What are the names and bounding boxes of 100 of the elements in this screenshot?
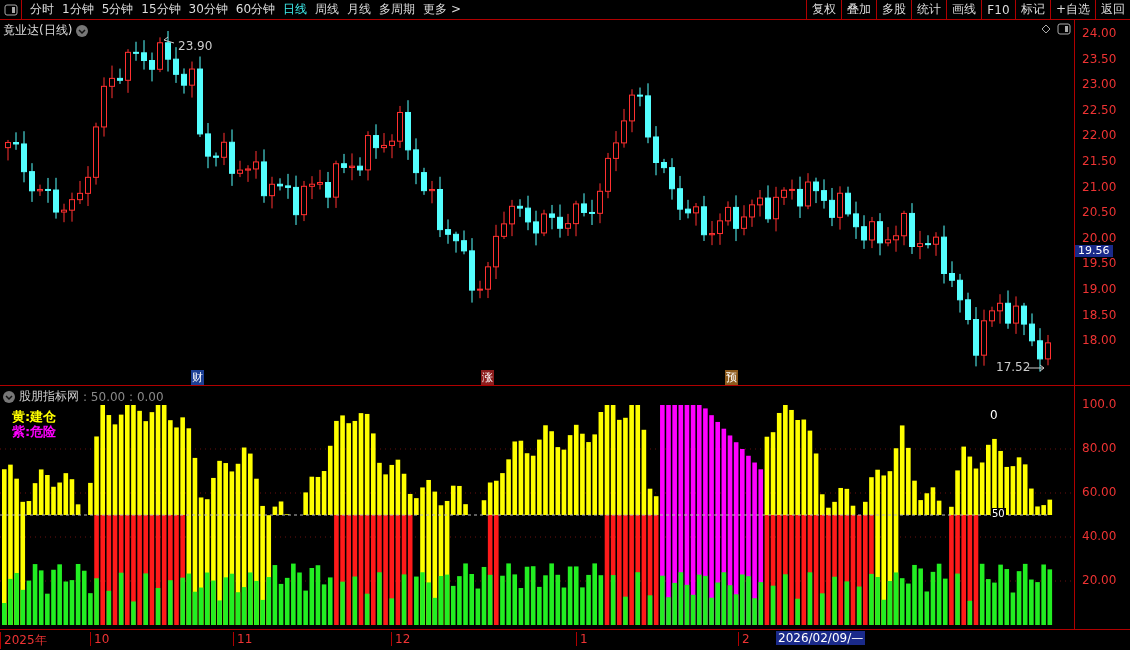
candle bbox=[877, 212, 883, 256]
event-marker[interactable]: 预 bbox=[725, 370, 738, 385]
candle bbox=[949, 260, 955, 288]
period-tab[interactable]: 15分钟 bbox=[137, 0, 185, 19]
value-tick: 20.00 bbox=[1082, 573, 1117, 587]
candle bbox=[477, 280, 483, 299]
candle bbox=[533, 210, 539, 246]
candle bbox=[989, 306, 995, 328]
event-marker[interactable]: 涨 bbox=[481, 370, 494, 385]
price-tick: 23.50 bbox=[1082, 52, 1117, 65]
period-tab[interactable]: 日线 bbox=[279, 0, 312, 19]
price-tick: 21.00 bbox=[1082, 180, 1117, 193]
price-tick: 21.50 bbox=[1082, 155, 1117, 167]
candle bbox=[117, 68, 123, 85]
dropdown-icon[interactable] bbox=[76, 24, 89, 37]
period-tab[interactable]: 周线 bbox=[311, 0, 344, 19]
period-tab[interactable]: 5分钟 bbox=[97, 0, 138, 19]
candle bbox=[365, 130, 371, 181]
candle bbox=[237, 160, 243, 178]
candle bbox=[597, 182, 603, 224]
period-tab[interactable]: 分时 bbox=[26, 0, 58, 19]
price-tick: 20.50 bbox=[1082, 206, 1117, 219]
candle bbox=[917, 230, 923, 260]
candle bbox=[893, 225, 899, 253]
candle bbox=[493, 224, 499, 280]
candle bbox=[661, 158, 667, 174]
price-tick: 23.00 bbox=[1082, 78, 1117, 91]
period-tab[interactable]: 30分钟 bbox=[184, 0, 232, 19]
candle bbox=[981, 309, 987, 367]
value-tick: 80.00 bbox=[1082, 441, 1117, 455]
candle bbox=[309, 175, 315, 200]
leader-line bbox=[163, 36, 175, 44]
candle bbox=[397, 105, 403, 149]
candle bbox=[469, 237, 475, 304]
candle bbox=[85, 165, 91, 207]
toolbar-button[interactable]: 叠加 bbox=[840, 0, 876, 19]
candle bbox=[1029, 312, 1035, 347]
candle bbox=[773, 186, 779, 232]
candle bbox=[741, 204, 747, 236]
toolbar-button[interactable]: 画线 bbox=[945, 0, 981, 19]
price-tick: 20.00 bbox=[1082, 231, 1117, 244]
toolbar-button[interactable]: F10 bbox=[980, 0, 1015, 19]
candle bbox=[349, 152, 355, 181]
date-label: 12 bbox=[391, 632, 411, 646]
candle bbox=[821, 178, 827, 210]
candle bbox=[21, 130, 27, 183]
candle bbox=[973, 306, 979, 367]
candle bbox=[901, 210, 907, 246]
date-label: 10 bbox=[90, 632, 110, 646]
candle bbox=[437, 176, 443, 238]
period-tab[interactable]: 更多 > bbox=[419, 0, 465, 19]
toolbar-button[interactable]: +自选 bbox=[1049, 0, 1095, 19]
candle bbox=[1005, 289, 1011, 330]
toolbar-button[interactable]: 多股 bbox=[875, 0, 911, 19]
event-marker[interactable]: 财 bbox=[191, 370, 204, 385]
price-tick: 24.00 bbox=[1082, 27, 1117, 39]
candle bbox=[357, 156, 363, 177]
candle bbox=[605, 152, 611, 199]
candle bbox=[109, 65, 115, 99]
candle bbox=[733, 194, 739, 242]
candle bbox=[645, 82, 651, 144]
current-price-tag: 19.56 bbox=[1075, 245, 1113, 257]
toolbar-button[interactable]: 标记 bbox=[1014, 0, 1050, 19]
candle bbox=[381, 132, 387, 154]
candle bbox=[317, 169, 323, 191]
candle bbox=[205, 122, 211, 169]
period-tab[interactable]: 月线 bbox=[343, 0, 376, 19]
candle bbox=[669, 157, 675, 201]
candle bbox=[53, 177, 59, 220]
candle bbox=[5, 139, 11, 161]
candle bbox=[301, 180, 307, 222]
candle bbox=[549, 204, 555, 230]
value-label: 0 bbox=[990, 408, 998, 422]
candle bbox=[453, 231, 459, 254]
period-tab[interactable]: 多周期 bbox=[375, 0, 420, 19]
candle bbox=[13, 131, 19, 151]
candle bbox=[861, 214, 867, 250]
candle bbox=[621, 108, 627, 149]
candle bbox=[341, 153, 347, 174]
midline-label: 50 bbox=[991, 508, 1006, 519]
candle bbox=[461, 230, 467, 255]
period-tab[interactable]: 1分钟 bbox=[58, 0, 98, 19]
period-tab[interactable]: 60分钟 bbox=[231, 0, 280, 19]
panel-toggle-icon[interactable] bbox=[3, 3, 18, 16]
candle bbox=[653, 125, 659, 176]
dropdown-icon[interactable] bbox=[3, 390, 15, 403]
toolbar-button[interactable]: 返回 bbox=[1095, 0, 1130, 19]
candle bbox=[797, 176, 803, 219]
candle bbox=[269, 176, 275, 209]
candle bbox=[701, 195, 707, 242]
high-price-label: 23.90 bbox=[178, 39, 213, 53]
toolbar-button[interactable]: 统计 bbox=[910, 0, 946, 19]
value-tick: 100.0 bbox=[1082, 397, 1117, 411]
candle bbox=[389, 133, 395, 159]
toolbar-button[interactable]: 复权 bbox=[805, 0, 841, 19]
candle bbox=[405, 99, 411, 161]
candle bbox=[29, 162, 35, 203]
candle bbox=[261, 148, 267, 204]
diamond-icon[interactable] bbox=[1041, 24, 1051, 34]
panel-toggle-icon[interactable] bbox=[1057, 23, 1071, 35]
